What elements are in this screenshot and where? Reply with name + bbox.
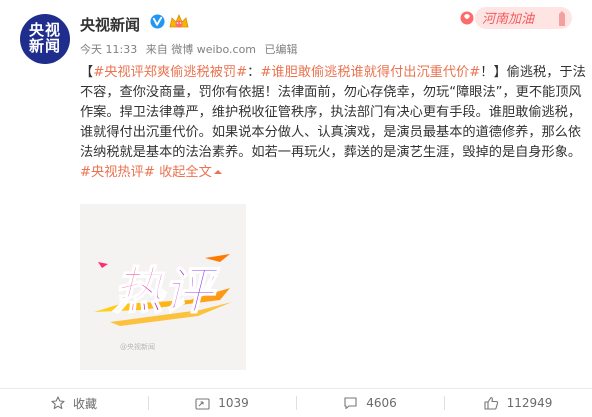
comment-icon [344, 397, 357, 410]
like-button[interactable]: 112949 [444, 389, 592, 417]
vip-crown-icon[interactable] [168, 13, 190, 31]
favorite-label: 收藏 [72, 396, 97, 411]
bracket-close: ！】 [480, 65, 507, 80]
avatar[interactable]: 央视 新闻 [20, 14, 70, 64]
repost-button[interactable]: 1039 [148, 389, 296, 417]
post-time[interactable]: 今天 11:33 [80, 43, 137, 56]
bracket-open: 【 [80, 65, 94, 80]
hot-review-art: 热评 [94, 254, 232, 326]
favorite-button[interactable]: 收藏 [0, 389, 148, 417]
repost-count: 1039 [218, 396, 249, 410]
comment-count: 4606 [366, 396, 397, 410]
action-bar: 收藏 1039 4606 112949 [0, 389, 592, 417]
caret-up-icon [213, 170, 222, 174]
topic-tag-1[interactable]: #央视评郑爽偷逃税被罚# [93, 65, 247, 80]
topic-tag-3[interactable]: #央视热评# [80, 165, 155, 180]
post-image[interactable]: 热评 @央视新闻 [80, 204, 246, 370]
like-count: 112949 [506, 396, 553, 410]
post-meta: 今天 11:33 来自 微博 weibo.com 已编辑 [80, 41, 303, 57]
avatar-text-bottom: 新闻 [28, 37, 61, 55]
verified-icon [150, 14, 165, 29]
thumbs-up-icon [484, 396, 498, 410]
colon: ： [247, 65, 261, 80]
author-name[interactable]: 央视新闻 [80, 14, 140, 35]
image-watermark: @央视新闻 [120, 343, 155, 351]
comment-button[interactable]: 4606 [296, 389, 444, 417]
collapse-link[interactable]: 收起全文 [159, 165, 222, 180]
post-text: 【#央视评郑爽偷逃税被罚#：#谁胆敢偷逃税谁就得付出沉重代价#！】偷逃税，于法不… [80, 63, 586, 183]
star-icon [51, 396, 65, 410]
brand-badge: 河南加油 [460, 7, 572, 29]
brand-badge-text: 河南加油 [482, 12, 536, 27]
repost-icon [195, 397, 210, 410]
post-source[interactable]: 来自 微博 weibo.com [146, 43, 256, 56]
collapse-label: 收起全文 [159, 165, 212, 180]
topic-tag-2[interactable]: #谁胆敢偷逃税谁就得付出沉重代价# [260, 65, 480, 80]
edited-label[interactable]: 已编辑 [265, 43, 298, 56]
art-text: 热评 [113, 262, 220, 320]
